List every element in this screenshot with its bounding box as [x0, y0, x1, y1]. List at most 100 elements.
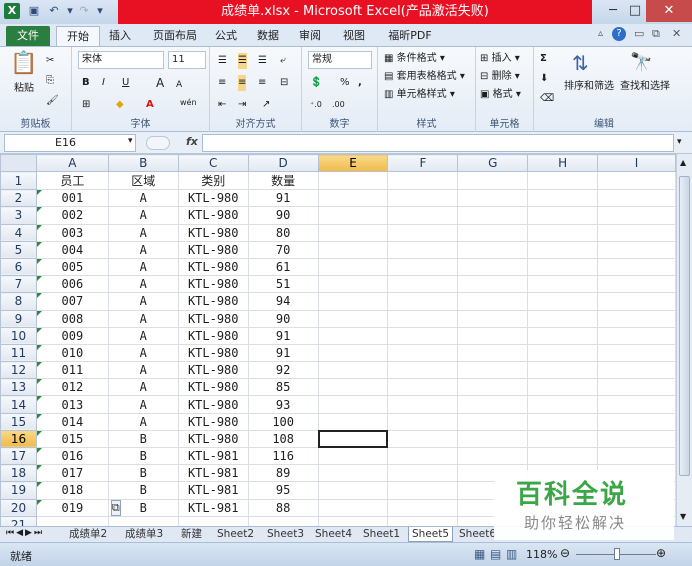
cell-empty[interactable]	[597, 429, 676, 449]
cell-empty[interactable]	[317, 292, 389, 311]
cell-empty[interactable]	[457, 412, 529, 431]
cell-d[interactable]: 70	[247, 240, 319, 259]
orientation-icon[interactable]: ↗	[262, 97, 270, 113]
comma-button[interactable]: ,	[358, 75, 362, 91]
cell-d[interactable]	[247, 515, 319, 526]
column-header-h[interactable]: H	[527, 154, 599, 173]
workbook-restore-icon[interactable]: ⧉	[652, 27, 660, 41]
cell-empty[interactable]	[317, 378, 389, 397]
cell-empty[interactable]	[387, 223, 459, 242]
cell-empty[interactable]	[387, 378, 459, 397]
cell-b[interactable]: B	[107, 446, 179, 466]
cell-b[interactable]: A	[107, 326, 179, 345]
cell-b[interactable]: A	[107, 378, 179, 397]
cell-b[interactable]: A	[107, 292, 179, 311]
tab-review[interactable]: 审阅	[292, 26, 328, 46]
cell-a[interactable]: 016	[35, 446, 109, 466]
fill-icon[interactable]: ⬇	[540, 71, 548, 87]
cell-c[interactable]: KTL-981	[177, 464, 249, 483]
cell-empty[interactable]	[457, 292, 529, 311]
cell-a[interactable]: 008	[35, 309, 109, 328]
cell-empty[interactable]	[387, 361, 459, 380]
cell-b[interactable]: A	[107, 206, 179, 225]
row-header[interactable]: 3	[0, 206, 37, 225]
cell-empty[interactable]	[387, 171, 459, 191]
cell-c[interactable]: KTL-980	[177, 361, 249, 380]
sheet-tab[interactable]: Sheet6	[456, 527, 499, 542]
cell-b[interactable]: B ⧉	[107, 498, 179, 517]
cell-empty[interactable]	[457, 206, 529, 225]
cell-c[interactable]: KTL-980	[177, 189, 249, 208]
cell-empty[interactable]	[527, 309, 599, 328]
cut-icon[interactable]: ✂	[46, 53, 54, 69]
copy-icon[interactable]: ⎘	[46, 73, 54, 89]
cell-empty[interactable]	[387, 481, 459, 500]
cell-c[interactable]: KTL-980	[177, 309, 249, 328]
formula-bar-resize-icon[interactable]	[146, 136, 170, 150]
cell-a[interactable]: 012	[35, 378, 109, 397]
cell-empty[interactable]	[457, 275, 529, 294]
cell-d[interactable]: 93	[247, 395, 319, 414]
cell-c[interactable]: KTL-980	[177, 326, 249, 345]
cell-empty[interactable]	[317, 464, 389, 483]
cell-empty[interactable]	[527, 275, 599, 294]
cell-d[interactable]: 91	[247, 189, 319, 208]
cell-empty[interactable]	[457, 257, 529, 277]
number-format-select[interactable]: 常规	[308, 51, 372, 69]
sort-filter-icon[interactable]: ⇅	[572, 51, 589, 75]
grow-font-button[interactable]: A	[156, 75, 164, 91]
formula-input[interactable]	[202, 134, 674, 152]
cell-c[interactable]: 类别	[177, 171, 249, 191]
page-break-view-icon[interactable]: ▥	[506, 547, 517, 561]
cell-empty[interactable]	[317, 446, 389, 466]
cell-empty[interactable]	[527, 429, 599, 449]
cell-empty[interactable]	[527, 378, 599, 397]
currency-icon[interactable]: 💲	[310, 75, 322, 91]
font-size-select[interactable]: 11	[168, 51, 206, 69]
cell-empty[interactable]	[387, 395, 459, 414]
tab-data[interactable]: 数据	[250, 26, 286, 46]
sort-filter-button[interactable]: 排序和筛选	[564, 79, 614, 95]
cell-empty[interactable]	[527, 189, 599, 208]
cell-b[interactable]: A	[107, 361, 179, 380]
row-header[interactable]: 9	[0, 309, 37, 328]
cell-empty[interactable]	[387, 275, 459, 294]
cell-empty[interactable]	[317, 171, 389, 191]
cell-a[interactable]: 002	[35, 206, 109, 225]
cell-empty[interactable]	[317, 206, 389, 225]
cell-empty[interactable]	[527, 412, 599, 431]
cell-empty[interactable]	[387, 189, 459, 208]
cell-empty[interactable]	[597, 206, 676, 225]
cell-a[interactable]: 017	[35, 464, 109, 483]
cell-c[interactable]: KTL-981	[177, 498, 249, 517]
sheet-tab[interactable]: Sheet2	[214, 527, 257, 542]
cell-empty[interactable]	[527, 171, 599, 191]
cell-a[interactable]: 员工	[35, 171, 109, 191]
cell-a[interactable]: 011	[35, 361, 109, 380]
cell-d[interactable]: 80	[247, 223, 319, 242]
cell-empty[interactable]	[527, 223, 599, 242]
row-header[interactable]: 19	[0, 481, 37, 500]
cell-empty[interactable]	[597, 292, 676, 311]
cell-empty[interactable]	[317, 395, 389, 414]
phonetic-button[interactable]: wén	[180, 95, 197, 111]
cell-empty[interactable]	[387, 343, 459, 363]
vertical-scrollbar[interactable]: ▲ ▼	[676, 154, 692, 526]
cell-b[interactable]: A	[107, 275, 179, 294]
sheet-tab[interactable]: Sheet1	[360, 527, 403, 542]
cell-empty[interactable]	[527, 395, 599, 414]
align-right-icon[interactable]: ≡	[258, 75, 266, 91]
sheet-nav-arrows-icon[interactable]: ⏮◀▶⏭	[6, 528, 44, 538]
cell-d[interactable]: 90	[247, 206, 319, 225]
column-header-i[interactable]: I	[597, 154, 676, 173]
find-select-icon[interactable]: 🔭	[630, 51, 652, 75]
cell-a[interactable]: 014	[35, 412, 109, 431]
cell-empty[interactable]	[387, 292, 459, 311]
cell-c[interactable]: KTL-981	[177, 446, 249, 466]
cell-a[interactable]: 003	[35, 223, 109, 242]
cell-empty[interactable]	[597, 361, 676, 380]
cell-b[interactable]: A	[107, 223, 179, 242]
column-header-e[interactable]: E	[317, 154, 389, 173]
column-header-f[interactable]: F	[387, 154, 459, 173]
cell-empty[interactable]	[387, 464, 459, 483]
